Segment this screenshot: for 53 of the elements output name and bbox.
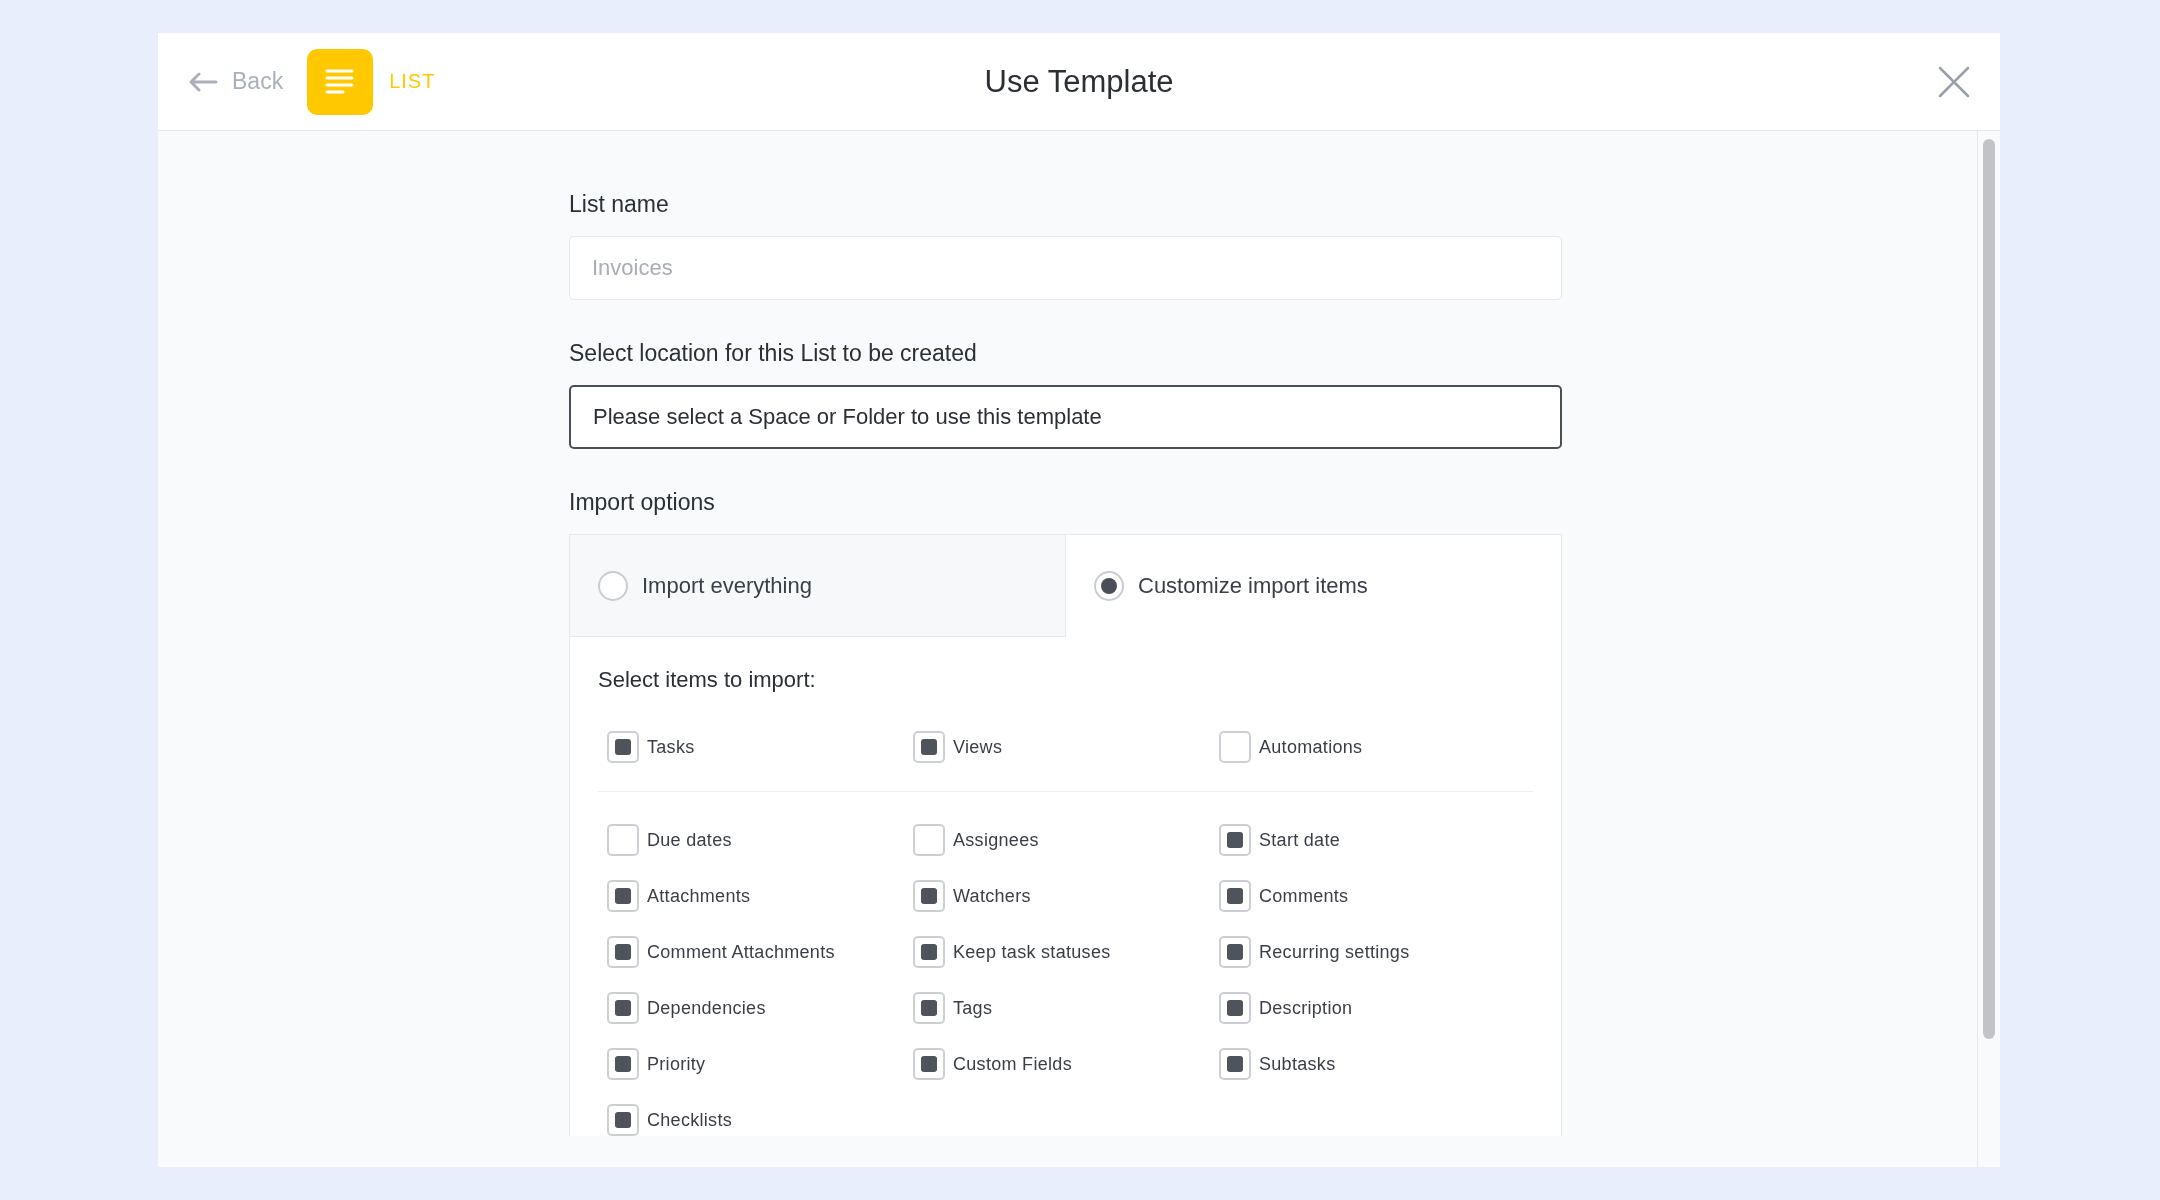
checkbox[interactable] (913, 1048, 945, 1080)
checkbox[interactable] (1219, 1048, 1251, 1080)
checkbox[interactable] (607, 1104, 639, 1136)
checkbox-label: Recurring settings (1259, 941, 1410, 963)
checkbox[interactable] (1219, 880, 1251, 912)
back-arrow-icon (188, 70, 218, 93)
checkbox-label: Priority (647, 1053, 706, 1075)
list-icon (307, 48, 374, 115)
checkbox-label: Checklists (647, 1109, 733, 1131)
checkbox[interactable] (1219, 992, 1251, 1024)
checkbox-label: Comment Attachments (647, 941, 835, 963)
field-label: Select location for this List to be created (569, 340, 978, 367)
checkbox-label: Description (1259, 997, 1353, 1019)
checkbox-label: Automations (1259, 736, 1363, 758)
checkbox[interactable] (607, 1048, 639, 1080)
list-name-field[interactable]: Invoices (569, 236, 1562, 300)
checkbox[interactable] (607, 731, 639, 763)
checkbox-label: Watchers (953, 885, 1031, 907)
checkbox[interactable] (607, 824, 639, 856)
radio-button[interactable] (598, 570, 628, 601)
checkbox[interactable] (913, 936, 945, 968)
checkbox[interactable] (1219, 731, 1251, 763)
close-icon[interactable] (1938, 66, 1970, 98)
checkbox-label: Comments (1259, 885, 1349, 907)
checkbox[interactable] (913, 880, 945, 912)
checkbox[interactable] (1219, 936, 1251, 968)
checkbox[interactable] (1219, 824, 1251, 856)
checkbox-label: Start date (1259, 829, 1341, 851)
location-select[interactable]: Please select a Space or Folder to use this template (569, 385, 1562, 449)
checkbox-label: Tags (953, 997, 993, 1019)
checkbox-label: Subtasks (1259, 1053, 1336, 1075)
list-label: LIST (389, 70, 436, 93)
checkbox-label: Views (953, 736, 1003, 758)
checkbox[interactable] (607, 992, 639, 1024)
checkbox-label: Due dates (647, 829, 732, 851)
field-label: Import options (569, 489, 716, 516)
radio-button[interactable] (1094, 570, 1124, 601)
checkbox-label: Assignees (953, 829, 1039, 851)
checkbox-label: Tasks (647, 736, 695, 758)
window-title: Use Template (984, 63, 1174, 100)
section-heading: Select items to import: (598, 667, 817, 693)
checkbox[interactable] (913, 731, 945, 763)
checkbox-label: Attachments (647, 885, 751, 907)
checkbox[interactable] (913, 992, 945, 1024)
checkbox-label: Dependencies (647, 997, 766, 1019)
checkbox-label: Keep task statuses (953, 941, 1111, 963)
field-label: List name (569, 191, 670, 218)
scrollbar-thumb[interactable] (1983, 139, 1995, 1039)
checkbox-label: Custom Fields (953, 1053, 1072, 1075)
checkbox[interactable] (607, 936, 639, 968)
import-option[interactable]: Import everything (570, 535, 1066, 637)
checkbox[interactable] (607, 880, 639, 912)
checkbox[interactable] (913, 824, 945, 856)
